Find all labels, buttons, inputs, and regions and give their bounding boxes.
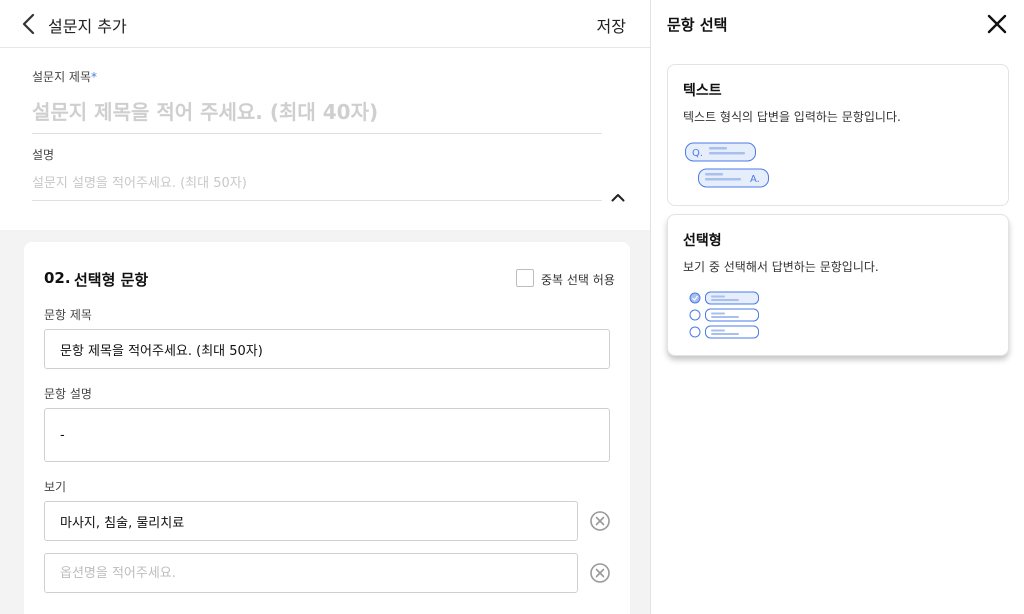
- a-mark: A.: [750, 174, 760, 185]
- survey-title-label: 설문지 제목*: [32, 68, 97, 85]
- options-label: 보기: [44, 480, 67, 494]
- question-type-title: 선택형 문항: [74, 271, 149, 289]
- back-button[interactable]: [18, 12, 42, 36]
- circle-close-icon: [590, 563, 610, 583]
- chevron-left-icon: [22, 13, 35, 35]
- panel-title: 문항 선택: [667, 16, 728, 34]
- save-button[interactable]: 저장: [597, 13, 626, 37]
- question-type-name: 텍스트: [683, 83, 722, 99]
- circle-close-icon: [590, 511, 610, 531]
- question-type-description: 텍스트 형식의 답변을 입력하는 문항입니다.: [683, 110, 901, 124]
- survey-title-input[interactable]: [32, 90, 602, 134]
- page-title: 설문지 추가: [48, 17, 127, 36]
- question-description-input[interactable]: [44, 408, 610, 462]
- survey-meta-section: 설문지 제목* 설명: [0, 48, 650, 230]
- choice-question-illustration: [689, 291, 759, 339]
- question-description-label: 문항 설명: [44, 387, 92, 401]
- close-panel-button[interactable]: [986, 13, 1008, 35]
- survey-editor: 설문지 추가 저장 설문지 제목* 설명 02. 선택형 문항 중복 선택 허용…: [0, 0, 650, 614]
- multi-select-label: 중복 선택 허용: [541, 273, 615, 287]
- text-question-illustration: Q. A.: [685, 142, 769, 188]
- survey-description-label: 설명: [32, 148, 55, 162]
- question-type-description: 보기 중 선택해서 답변하는 문항입니다.: [683, 260, 879, 274]
- survey-title-label-text: 설문지 제목: [32, 70, 92, 84]
- required-mark: *: [91, 70, 98, 84]
- option-input[interactable]: [44, 553, 578, 593]
- survey-description-input[interactable]: [32, 166, 602, 201]
- question-type-choice[interactable]: 선택형 보기 중 선택해서 답변하는 문항입니다.: [667, 214, 1009, 356]
- question-type-text[interactable]: 텍스트 텍스트 형식의 답변을 입력하는 문항입니다. Q. A.: [667, 64, 1009, 206]
- option-input[interactable]: [44, 501, 578, 541]
- multi-select-checkbox[interactable]: [516, 269, 534, 287]
- remove-option-button[interactable]: [590, 563, 610, 583]
- remove-option-button[interactable]: [590, 511, 610, 531]
- question-card: 02. 선택형 문항 중복 선택 허용 문항 제목 문항 설명 보기: [24, 242, 630, 614]
- close-icon: [987, 14, 1007, 34]
- top-bar: 설문지 추가 저장: [0, 0, 650, 48]
- question-title-label: 문항 제목: [44, 308, 92, 322]
- question-type-name: 선택형: [683, 233, 722, 249]
- collapse-button[interactable]: [610, 190, 626, 206]
- q-mark: Q.: [692, 148, 703, 159]
- question-title-input[interactable]: [44, 329, 610, 369]
- chevron-up-icon: [611, 194, 625, 202]
- question-number: 02.: [44, 269, 71, 287]
- question-type-panel: 문항 선택 텍스트 텍스트 형식의 답변을 입력하는 문항입니다. Q. A. …: [650, 0, 1024, 614]
